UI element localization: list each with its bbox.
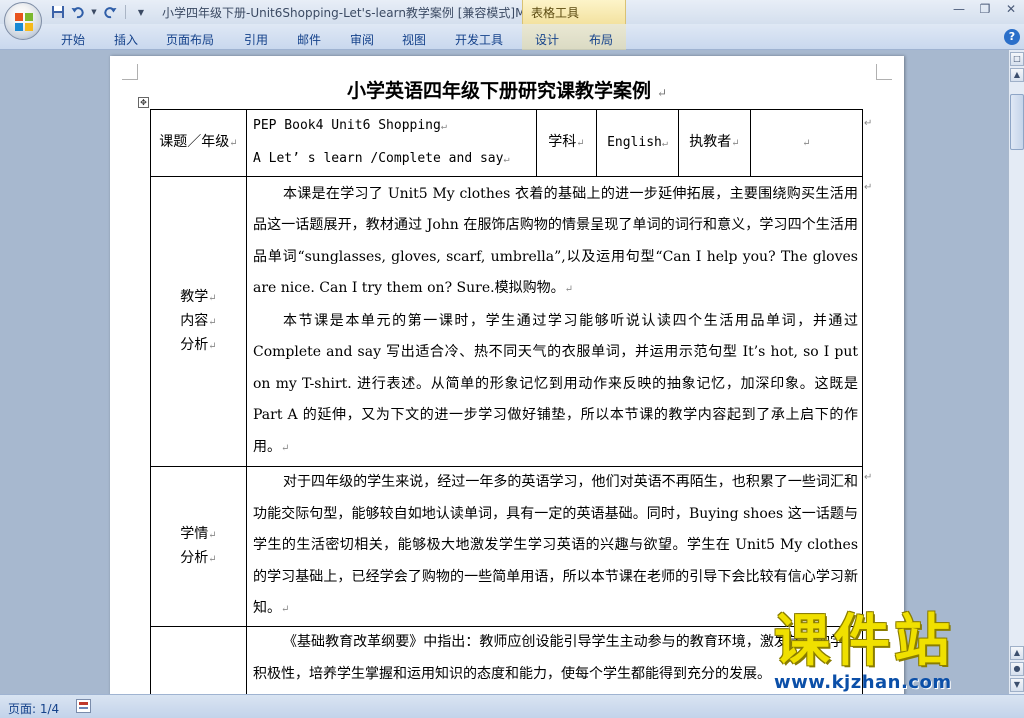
scroll-down-icon[interactable]: ▼ [1010,678,1024,692]
watermark-url: www.kjzhan.com [774,672,952,693]
tab-layout[interactable]: 布局 [589,31,613,48]
content-paragraph: 本节课是本单元的第一课时，学生通过学习能够听说认读四个生活用品单词，并通过 Co… [253,312,858,455]
office-button[interactable] [4,2,42,40]
student-analysis-cell[interactable]: 对于四年级的学生来说，经过一年多的英语学习，他们对英语不再陌生，也积累了一些词汇… [246,466,863,627]
tab-design[interactable]: 设计 [535,31,559,48]
scroll-thumb[interactable] [1010,94,1024,150]
browse-object-icon[interactable]: ● [1010,662,1024,676]
tab-developer[interactable]: 开发工具 [455,31,503,48]
close-icon[interactable]: ✕ [1004,2,1018,16]
table-tools-group: 表格工具 [522,0,626,24]
content-analysis-cell[interactable]: 本课是在学习了 Unit5 My clothes 衣着的基础上的进一步延伸拓展，… [246,176,863,467]
qat-separator [125,5,126,19]
tab-references[interactable]: 引用 [244,31,268,48]
minimize-icon[interactable]: — [952,2,966,16]
content-paragraph: 本课是在学习了 Unit5 My clothes 衣着的基础上的进一步延伸拓展，… [253,185,858,297]
table-tools-label: 表格工具 [531,6,580,20]
tab-review[interactable]: 审阅 [350,31,374,48]
ribbon-tabs: 开始 插入 页面布局 引用 邮件 审阅 视图 开发工具 设计 布局 ? [0,24,1024,50]
restore-icon[interactable]: ❐ [978,2,992,16]
table-row: 《基础教育改革纲要》中指出：教师应创设能引导学生主动参与的教育环境，激发学生的学… [150,626,863,694]
quick-access-toolbar: ▼ ▼ [50,3,149,21]
subject-value: English [607,134,662,150]
topic-line-2: A Let’ s learn /Complete and say↵ [253,151,510,166]
undo-dropdown-icon[interactable]: ▼ [90,4,98,20]
customize-icon[interactable]: ▼ [133,4,149,20]
scroll-up-icon[interactable]: ▲ [1010,68,1024,82]
document-page[interactable]: 小学英语四年级下册研究课教学案例 ↵ ✥ 课题／年级↵ PEP Book4 Uni… [110,56,904,694]
student-label-line: 分析↵ [180,549,217,566]
proofing-icon[interactable] [76,699,91,713]
topic-line-1: PEP Book4 Unit6 Shopping↵ [253,118,447,133]
tab-insert[interactable]: 插入 [114,31,138,48]
previous-page-icon[interactable]: ▲ [1010,646,1024,660]
teacher-label: 执教者 [689,134,732,150]
tab-mailings[interactable]: 邮件 [297,31,321,48]
subject-value-cell[interactable]: English↵ [596,109,679,177]
student-paragraph: 对于四年级的学生来说，经过一年多的英语学习，他们对英语不再陌生，也积累了一些词汇… [253,474,858,617]
ruler-toggle-icon[interactable]: □ [1010,52,1024,66]
vertical-scrollbar[interactable]: □ ▲ ▲ ● ▼ [1008,50,1024,694]
watermark-name: 课件站 [774,609,954,674]
window-title: 小学四年级下册-Unit6Shopping-Let's-learn教学案例 [兼… [162,6,524,20]
student-label-line: 学情↵ [180,525,217,542]
content-label-line: 分析↵ [180,336,217,353]
topic-label: 课题／年级 [159,134,230,150]
content-label-line: 内容↵ [180,312,217,329]
page-indicator[interactable]: 页面: 1/4 [8,700,59,717]
student-label-cell[interactable]: 学情↵ 分析↵ [150,466,247,627]
tab-view[interactable]: 视图 [402,31,426,48]
table-row: 课题／年级↵ PEP Book4 Unit6 Shopping↵ A Let’ … [150,109,863,177]
document-title: 小学英语四年级下册研究课教学案例 ↵ [110,76,904,103]
topic-value-cell[interactable]: PEP Book4 Unit6 Shopping↵ A Let’ s learn… [246,109,537,177]
table-move-handle-icon[interactable]: ✥ [138,97,149,108]
content-label-cell[interactable]: 教学↵ 内容↵ 分析↵ [150,176,247,467]
tab-home[interactable]: 开始 [61,31,85,48]
row-end-mark: ↵ [864,472,873,483]
subject-label-cell[interactable]: 学科↵ [536,109,597,177]
table-row: 学情↵ 分析↵ 对于四年级的学生来说，经过一年多的英语学习，他们对英语不再陌生，… [150,466,863,627]
window-controls: — ❐ ✕ [952,2,1018,16]
guide-label-cell[interactable] [150,626,247,694]
content-label-line: 教学↵ [180,288,217,305]
teacher-label-cell[interactable]: 执教者↵ [678,109,751,177]
tab-page-layout[interactable]: 页面布局 [166,31,214,48]
watermark: 课件站 www.kjzhan.com [768,610,1008,694]
undo-icon[interactable] [70,4,86,20]
save-icon[interactable] [50,4,66,20]
document-area: 小学英语四年级下册研究课教学案例 ↵ ✥ 课题／年级↵ PEP Book4 Uni… [0,50,1008,694]
document-title-text: 小学英语四年级下册研究课教学案例 [346,80,651,102]
topic-label-cell[interactable]: 课题／年级↵ [150,109,247,177]
teacher-value-cell[interactable]: ↵ [750,109,863,177]
row-end-mark: ↵ [864,182,873,193]
title-bar: ▼ ▼ 小学四年级下册-Unit6Shopping-Let's-learn教学案… [0,0,1024,24]
table-row: 教学↵ 内容↵ 分析↵ 本课是在学习了 Unit5 My clothes 衣着的… [150,176,863,467]
row-end-mark: ↵ [864,118,873,129]
status-bar: 页面: 1/4 [0,694,1024,718]
subject-label: 学科 [548,134,577,150]
help-icon[interactable]: ? [1004,29,1020,45]
redo-icon[interactable] [102,4,118,20]
paragraph-mark: ↵ [656,86,668,100]
office-logo-icon [15,13,33,31]
lesson-table: 课题／年级↵ PEP Book4 Unit6 Shopping↵ A Let’ … [150,109,863,694]
